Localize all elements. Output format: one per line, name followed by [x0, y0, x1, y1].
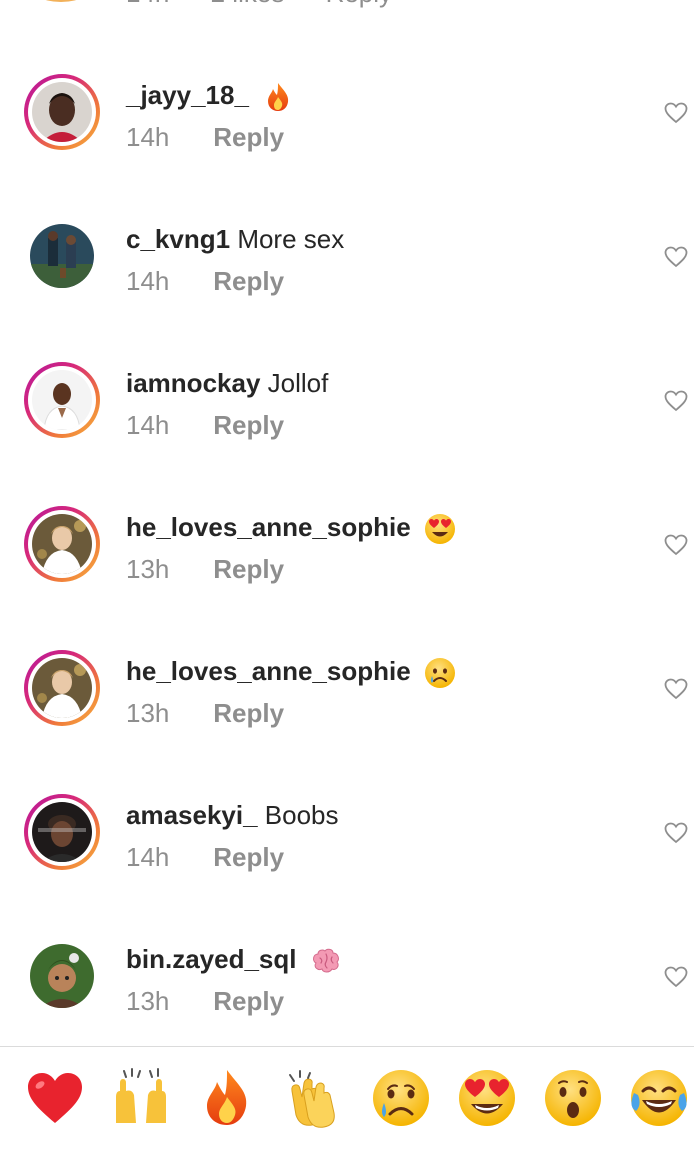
previous-comment-partial: 14h 2 likes Reply	[0, 0, 694, 10]
reply-button[interactable]: Reply	[326, 0, 392, 8]
like-heart-icon[interactable]	[664, 102, 688, 124]
reply-button[interactable]: Reply	[213, 266, 284, 296]
comment-time: 14h	[126, 842, 170, 872]
quick-emoji-bar	[0, 1046, 694, 1147]
comment-item: _jayy_18_ 14h Reply	[0, 74, 694, 194]
comment-username[interactable]: bin.zayed_sql	[126, 944, 297, 974]
avatar[interactable]	[26, 0, 96, 2]
comment-time: 14h	[126, 0, 169, 8]
comment-time: 14h	[126, 410, 170, 440]
raised-hands-emoji-icon[interactable]	[110, 1067, 172, 1129]
like-heart-icon[interactable]	[664, 534, 688, 556]
comment-body: Jollof	[267, 368, 329, 398]
avatar[interactable]	[24, 650, 100, 726]
comment-text-line: c_kvng1 More sex	[126, 222, 344, 256]
like-heart-icon[interactable]	[664, 678, 688, 700]
comment-meta: 13h Reply	[126, 696, 284, 730]
reply-button[interactable]: Reply	[213, 842, 284, 872]
comment-text-line: he_loves_anne_sophie	[126, 510, 456, 545]
comment-item: iamnockay Jollof 14h Reply	[0, 362, 694, 482]
comment-username[interactable]: he_loves_anne_sophie	[126, 512, 411, 542]
like-heart-icon[interactable]	[664, 822, 688, 844]
comment-text-line: amasekyi_ Boobs	[126, 798, 339, 832]
comment-text-line: he_loves_anne_sophie	[126, 654, 456, 689]
avatar[interactable]	[30, 944, 94, 1008]
avatar[interactable]	[24, 362, 100, 438]
sad-tear-emoji-icon	[424, 658, 455, 689]
like-heart-icon[interactable]	[664, 390, 688, 412]
avatar[interactable]	[30, 224, 94, 288]
comment-meta: 13h Reply	[126, 552, 284, 586]
brain-emoji-icon	[312, 948, 339, 973]
avatar[interactable]	[24, 74, 100, 150]
like-heart-icon[interactable]	[664, 246, 688, 268]
reply-button[interactable]: Reply	[213, 554, 284, 584]
reply-button[interactable]: Reply	[213, 122, 284, 152]
red-heart-emoji-icon[interactable]	[24, 1067, 86, 1129]
comment-username[interactable]: _jayy_18_	[126, 80, 249, 110]
tears-of-joy-emoji-icon[interactable]	[628, 1067, 690, 1129]
avatar[interactable]	[24, 506, 100, 582]
comment-item: bin.zayed_sql 13h Reply	[0, 938, 694, 1058]
like-heart-icon[interactable]	[664, 966, 688, 988]
comment-meta: 14h Reply	[126, 408, 284, 442]
reply-button[interactable]: Reply	[213, 698, 284, 728]
reply-button[interactable]: Reply	[213, 410, 284, 440]
heart-eyes-emoji-icon	[424, 514, 455, 545]
heart-eyes-emoji-icon[interactable]	[456, 1067, 518, 1129]
reply-button[interactable]: Reply	[213, 986, 284, 1016]
comment-item: c_kvng1 More sex 14h Reply	[0, 218, 694, 338]
comment-time: 14h	[126, 122, 170, 152]
comment-username[interactable]: he_loves_anne_sophie	[126, 656, 411, 686]
comment-meta: 14h 2 likes Reply	[126, 0, 426, 9]
comment-item: he_loves_anne_sophie 13h Reply	[0, 650, 694, 770]
comment-item: he_loves_anne_sophie 13h Reply	[0, 506, 694, 626]
fire-emoji-icon[interactable]	[196, 1067, 258, 1129]
sad-tear-emoji-icon[interactable]	[370, 1067, 432, 1129]
clapping-hands-emoji-icon[interactable]	[282, 1067, 344, 1129]
comment-username[interactable]: c_kvng1	[126, 224, 230, 254]
comment-meta: 14h Reply	[126, 120, 284, 154]
comment-likes[interactable]: 2 likes	[211, 0, 285, 8]
comment-item: amasekyi_ Boobs 14h Reply	[0, 794, 694, 914]
comment-body: Boobs	[264, 800, 339, 830]
surprised-face-emoji-icon[interactable]	[542, 1067, 604, 1129]
comment-time: 13h	[126, 986, 170, 1016]
avatar[interactable]	[24, 794, 100, 870]
comment-body: More sex	[237, 224, 345, 254]
comment-time: 13h	[126, 554, 170, 584]
comment-meta: 14h Reply	[126, 264, 284, 298]
comment-text-line: bin.zayed_sql	[126, 942, 342, 977]
comment-username[interactable]: iamnockay	[126, 368, 260, 398]
comment-time: 14h	[126, 266, 170, 296]
comment-meta: 13h Reply	[126, 984, 284, 1018]
comment-username[interactable]: amasekyi_	[126, 800, 258, 830]
comment-text-line: _jayy_18_	[126, 78, 294, 113]
comment-meta: 14h Reply	[126, 840, 284, 874]
comment-text-line: iamnockay Jollof	[126, 366, 328, 400]
fire-emoji-icon	[268, 83, 289, 112]
comment-time: 13h	[126, 698, 170, 728]
